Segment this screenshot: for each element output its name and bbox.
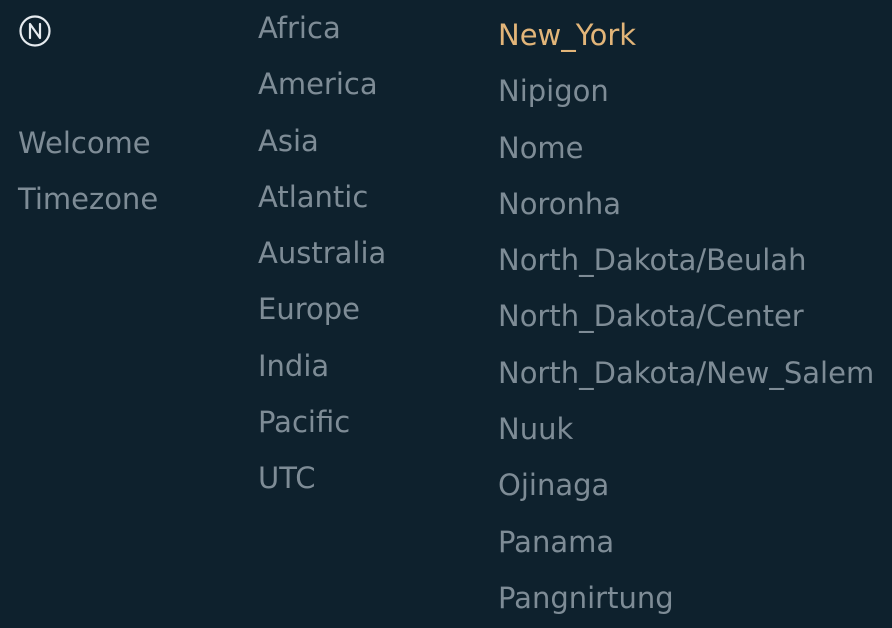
- moode-logo-icon[interactable]: [18, 14, 52, 48]
- city-item[interactable]: Pangnirtung: [498, 570, 874, 626]
- city-item[interactable]: North_Dakota/Center: [498, 288, 874, 344]
- logo-glyph: [19, 15, 51, 47]
- city-item[interactable]: North_Dakota/New_Salem: [498, 345, 874, 401]
- city-item-selected[interactable]: New_York: [498, 7, 874, 63]
- city-item[interactable]: Ojinaga: [498, 457, 874, 513]
- region-item-australia[interactable]: Australia: [258, 225, 386, 281]
- nav-menu: Welcome Timezone: [18, 115, 158, 228]
- nav-item-welcome[interactable]: Welcome: [18, 115, 158, 171]
- nav-item-timezone[interactable]: Timezone: [18, 171, 158, 227]
- region-item-pacific[interactable]: Pacific: [258, 394, 386, 450]
- region-item-utc[interactable]: UTC: [258, 450, 386, 506]
- city-item[interactable]: Nuuk: [498, 401, 874, 457]
- region-list: Africa America Asia Atlantic Australia E…: [258, 0, 386, 507]
- region-item-europe[interactable]: Europe: [258, 281, 386, 337]
- city-item[interactable]: North_Dakota/Beulah: [498, 232, 874, 288]
- city-item[interactable]: Panama: [498, 514, 874, 570]
- region-item-africa[interactable]: Africa: [258, 0, 386, 56]
- timezone-setup-screen: Welcome Timezone Africa America Asia Atl…: [0, 0, 892, 628]
- city-item[interactable]: Noronha: [498, 176, 874, 232]
- region-item-india[interactable]: India: [258, 338, 386, 394]
- region-item-america[interactable]: America: [258, 56, 386, 112]
- region-item-atlantic[interactable]: Atlantic: [258, 169, 386, 225]
- city-item[interactable]: Nome: [498, 120, 874, 176]
- region-item-asia[interactable]: Asia: [258, 113, 386, 169]
- city-item[interactable]: Nipigon: [498, 63, 874, 119]
- city-list: New_York Nipigon Nome Noronha North_Dako…: [498, 7, 874, 626]
